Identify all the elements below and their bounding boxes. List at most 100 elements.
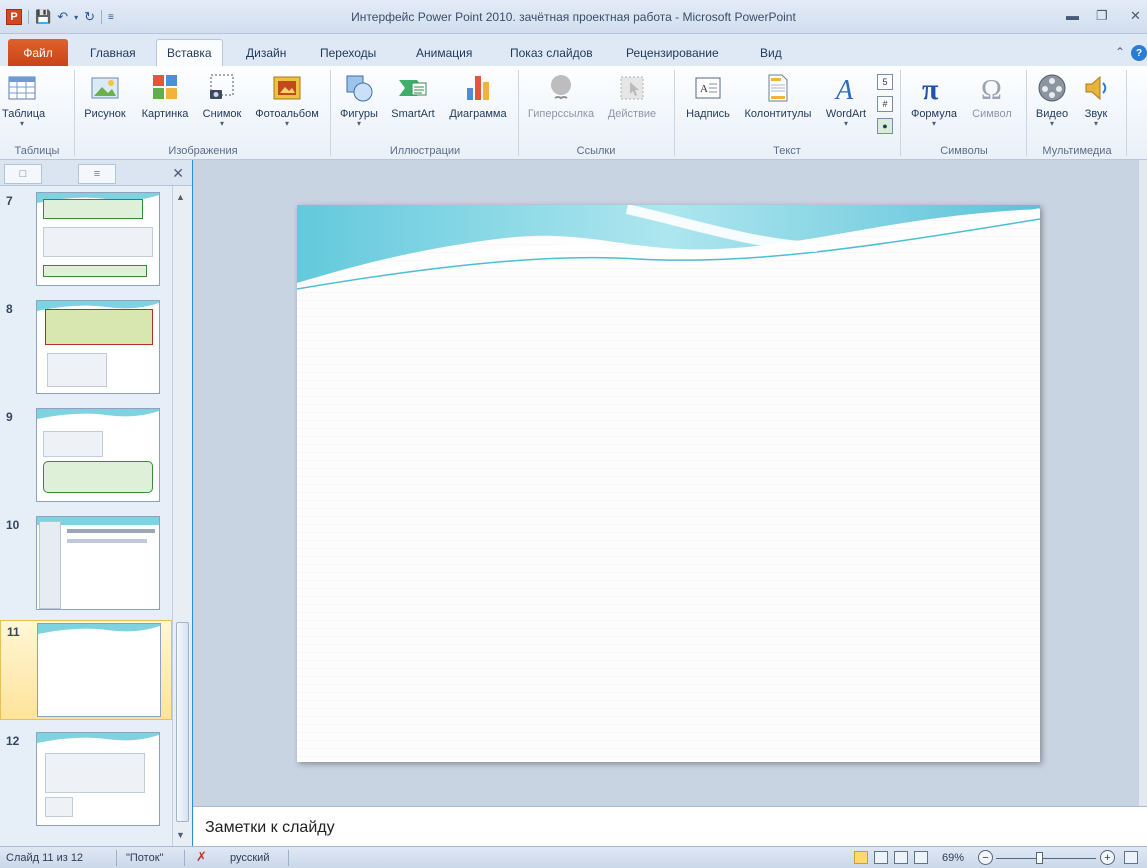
- slide-thumbnail[interactable]: [37, 623, 161, 717]
- reading-view-icon[interactable]: [894, 851, 908, 864]
- tab-animations[interactable]: Анимация: [406, 39, 482, 66]
- notes-pane[interactable]: Заметки к слайду: [193, 806, 1147, 846]
- picture-icon: [91, 77, 119, 99]
- editor-scrollbar[interactable]: [1139, 160, 1147, 806]
- scroll-down-icon[interactable]: ▼: [176, 830, 185, 840]
- tab-view[interactable]: Вид: [750, 39, 792, 66]
- group-separator: [74, 70, 75, 156]
- chart-label: Диаграмма: [449, 108, 507, 120]
- slide-number: 9: [6, 410, 13, 424]
- group-separator: [900, 70, 901, 156]
- theme-name[interactable]: "Поток": [126, 852, 163, 864]
- date-time-icon[interactable]: 5: [877, 74, 893, 90]
- photoalbum-button[interactable]: Фотоальбом ▾: [248, 72, 326, 128]
- zoom-in-icon[interactable]: +: [1100, 850, 1115, 865]
- slide-thumb-row[interactable]: 8: [0, 298, 172, 402]
- slideshow-view-icon[interactable]: [914, 851, 928, 864]
- zoom-slider-track[interactable]: [996, 858, 1096, 859]
- slide-thumb-row[interactable]: 9: [0, 406, 172, 510]
- group-label-images: Изображения: [168, 145, 238, 157]
- group-label-links: Ссылки: [576, 145, 616, 157]
- window-title: Интерфейс Power Point 2010. зачётная про…: [351, 10, 796, 24]
- shapes-button[interactable]: Фигуры ▾: [334, 72, 384, 128]
- video-button[interactable]: Видео ▾: [1030, 72, 1074, 128]
- title-bar: P 💾 ↶ ▾ ↻ ≡ Интерфейс Power Point 2010. …: [0, 0, 1147, 34]
- slide-thumbnail[interactable]: [36, 408, 160, 502]
- current-slide[interactable]: [297, 205, 1040, 762]
- slide-thumb-row[interactable]: 7: [0, 190, 172, 294]
- photoalbum-icon: [273, 76, 301, 100]
- chart-button[interactable]: Диаграмма: [442, 72, 514, 120]
- wordart-button[interactable]: A WordArt ▾: [820, 72, 872, 128]
- tab-review[interactable]: Рецензирование: [616, 39, 729, 66]
- spellcheck-icon[interactable]: ✗: [196, 849, 207, 865]
- group-separator: [330, 70, 331, 156]
- slide-thumbnails: 7 8 9 10 11 12: [0, 186, 172, 846]
- table-button[interactable]: Таблица ▾: [2, 72, 45, 128]
- language-indicator[interactable]: русский: [230, 852, 269, 864]
- hyperlink-button[interactable]: Гиперссылка: [524, 72, 598, 120]
- screenshot-button[interactable]: Снимок ▾: [197, 72, 247, 128]
- slide-thumb-row[interactable]: 12: [0, 730, 172, 834]
- dropdown-arrow-icon: ▾: [219, 119, 224, 128]
- group-label-tables: Таблицы: [14, 145, 60, 157]
- slide-thumbnail[interactable]: [36, 516, 160, 610]
- slide-thumbnail[interactable]: [36, 732, 160, 826]
- dropdown-arrow-icon: ▾: [1093, 119, 1098, 128]
- notes-placeholder[interactable]: Заметки к слайду: [205, 819, 335, 837]
- slide-sorter-icon[interactable]: [874, 851, 888, 864]
- tab-slideshow[interactable]: Показ слайдов: [500, 39, 603, 66]
- insert-object-icon[interactable]: ●: [877, 118, 893, 134]
- zoom-out-icon[interactable]: −: [978, 850, 993, 865]
- ribbon-right-controls: ⌃ ?: [1115, 45, 1147, 61]
- clipart-label: Картинка: [141, 108, 189, 120]
- zoom-slider-thumb[interactable]: [1036, 852, 1043, 864]
- ribbon-tabs: Файл Главная Вставка Дизайн Переходы Ани…: [0, 34, 1147, 66]
- textbox-label: Надпись: [686, 108, 730, 120]
- tab-insert[interactable]: Вставка: [156, 39, 223, 66]
- shapes-icon: [346, 75, 373, 102]
- audio-button[interactable]: Звук ▾: [1076, 72, 1116, 128]
- slide-thumb-row[interactable]: 10: [0, 514, 172, 618]
- scrollbar-thumb[interactable]: [176, 622, 189, 822]
- dropdown-arrow-icon: ▾: [356, 119, 361, 128]
- fit-to-window-icon[interactable]: [1124, 851, 1138, 864]
- tab-design[interactable]: Дизайн: [236, 39, 296, 66]
- picture-button[interactable]: Рисунок: [80, 72, 130, 120]
- clipart-button[interactable]: Картинка: [133, 72, 197, 120]
- slide-thumb-row-selected[interactable]: 11: [0, 620, 172, 720]
- zoom-level[interactable]: 69%: [942, 852, 964, 864]
- headerfooter-button[interactable]: Колонтитулы: [738, 72, 818, 120]
- status-separator: [184, 850, 185, 866]
- smartart-label: SmartArt: [391, 108, 435, 120]
- normal-view-icon[interactable]: [854, 851, 868, 864]
- tab-home[interactable]: Главная: [80, 39, 146, 66]
- scroll-up-icon[interactable]: ▲: [176, 192, 185, 202]
- action-button[interactable]: Действие: [600, 72, 664, 120]
- action-icon: [620, 76, 644, 100]
- outline-tab[interactable]: ≡: [78, 164, 116, 184]
- equation-button[interactable]: π Формула ▾: [906, 72, 962, 128]
- symbol-button[interactable]: Ω Символ: [966, 72, 1018, 120]
- symbol-label: Символ: [972, 108, 1012, 120]
- close-icon[interactable]: ✕: [1130, 8, 1141, 24]
- tab-transitions[interactable]: Переходы: [310, 39, 386, 66]
- close-panel-icon[interactable]: ✕: [172, 165, 184, 182]
- slide-thumbnail[interactable]: [36, 192, 160, 286]
- slide-number-icon[interactable]: #: [877, 96, 893, 112]
- slide-thumbnail[interactable]: [36, 300, 160, 394]
- group-label-illustrations: Иллюстрации: [389, 145, 461, 157]
- slide-counter: Слайд 11 из 12: [6, 852, 84, 864]
- minimize-ribbon-icon[interactable]: ⌃: [1115, 45, 1125, 61]
- minimize-icon[interactable]: ▬: [1066, 8, 1079, 23]
- textbox-button[interactable]: A Надпись: [680, 72, 736, 120]
- slides-tab[interactable]: □: [4, 164, 42, 184]
- smartart-button[interactable]: SmartArt: [386, 72, 440, 120]
- dropdown-arrow-icon: ▾: [19, 119, 24, 128]
- tab-file[interactable]: Файл: [8, 39, 68, 66]
- wave-decoration: [38, 624, 160, 634]
- dropdown-arrow-icon: ▾: [284, 119, 289, 128]
- restore-icon[interactable]: ❐: [1096, 8, 1108, 24]
- help-icon[interactable]: ?: [1131, 45, 1147, 61]
- thumbnails-scrollbar[interactable]: ▲ ▼: [172, 186, 192, 846]
